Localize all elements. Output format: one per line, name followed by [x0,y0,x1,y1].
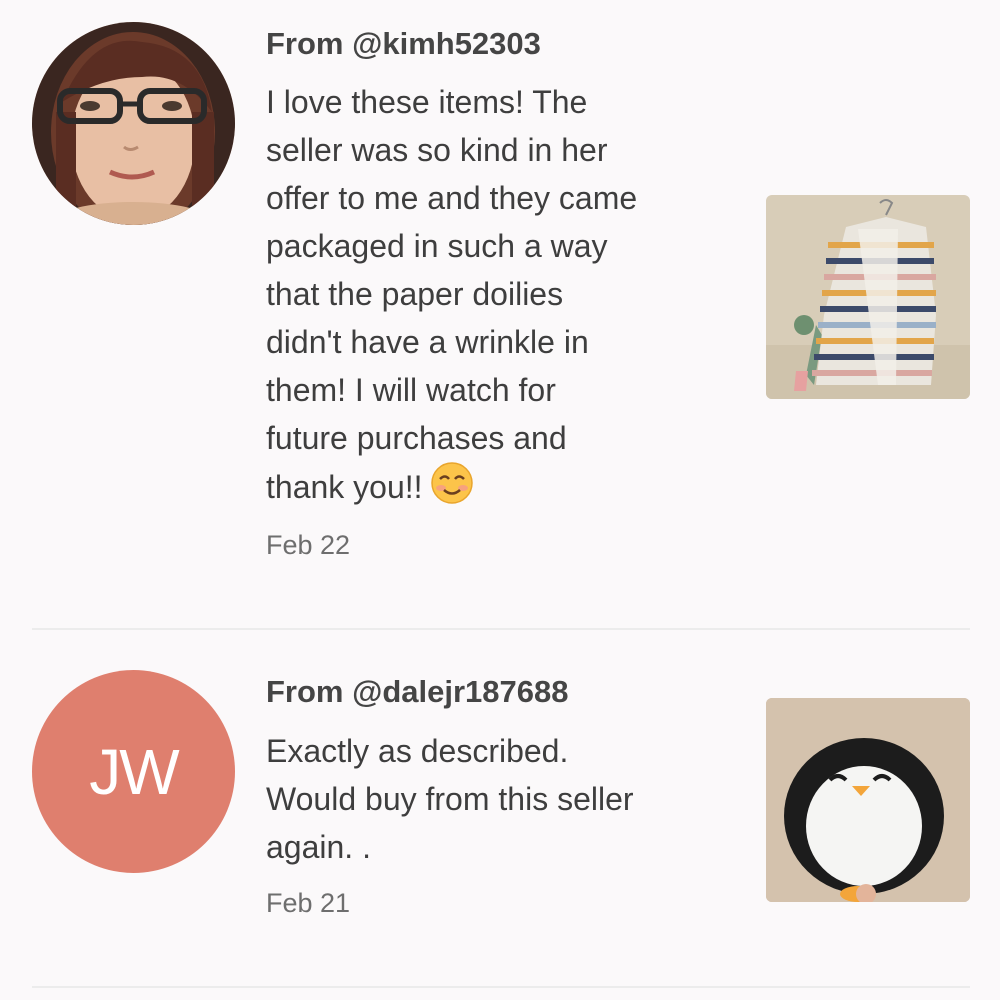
divider [32,986,970,988]
smiling-face-icon [430,462,473,517]
review-body: Exactly as described. Would buy from thi… [266,727,741,871]
reviewer-avatar[interactable]: JW [32,670,235,873]
review-text-content: Exactly as described. Would buy from thi… [266,733,634,865]
review-date: Feb 22 [266,530,351,560]
penguin-plush-photo [766,698,970,902]
avatar-initials: JW [89,735,179,808]
review-photo-thumbnail[interactable] [766,698,970,902]
review-item: From @kimh52303 I love these items! The … [0,0,1000,628]
review-date: Feb 21 [266,888,351,918]
review-text-content: I love these items! The seller was so ki… [266,84,638,505]
review-photo-thumbnail[interactable] [766,195,970,399]
reviewer-username[interactable]: From @kimh52303 [266,26,541,62]
striped-cardigan-photo [766,195,970,399]
reviewer-username[interactable]: From @dalejr187688 [266,674,569,710]
review-item: JW From @dalejr187688 Exactly as describ… [0,630,1000,986]
review-body: I love these items! The seller was so ki… [266,78,741,517]
reviewer-avatar[interactable] [32,22,235,225]
avatar-photo-image [32,22,235,225]
